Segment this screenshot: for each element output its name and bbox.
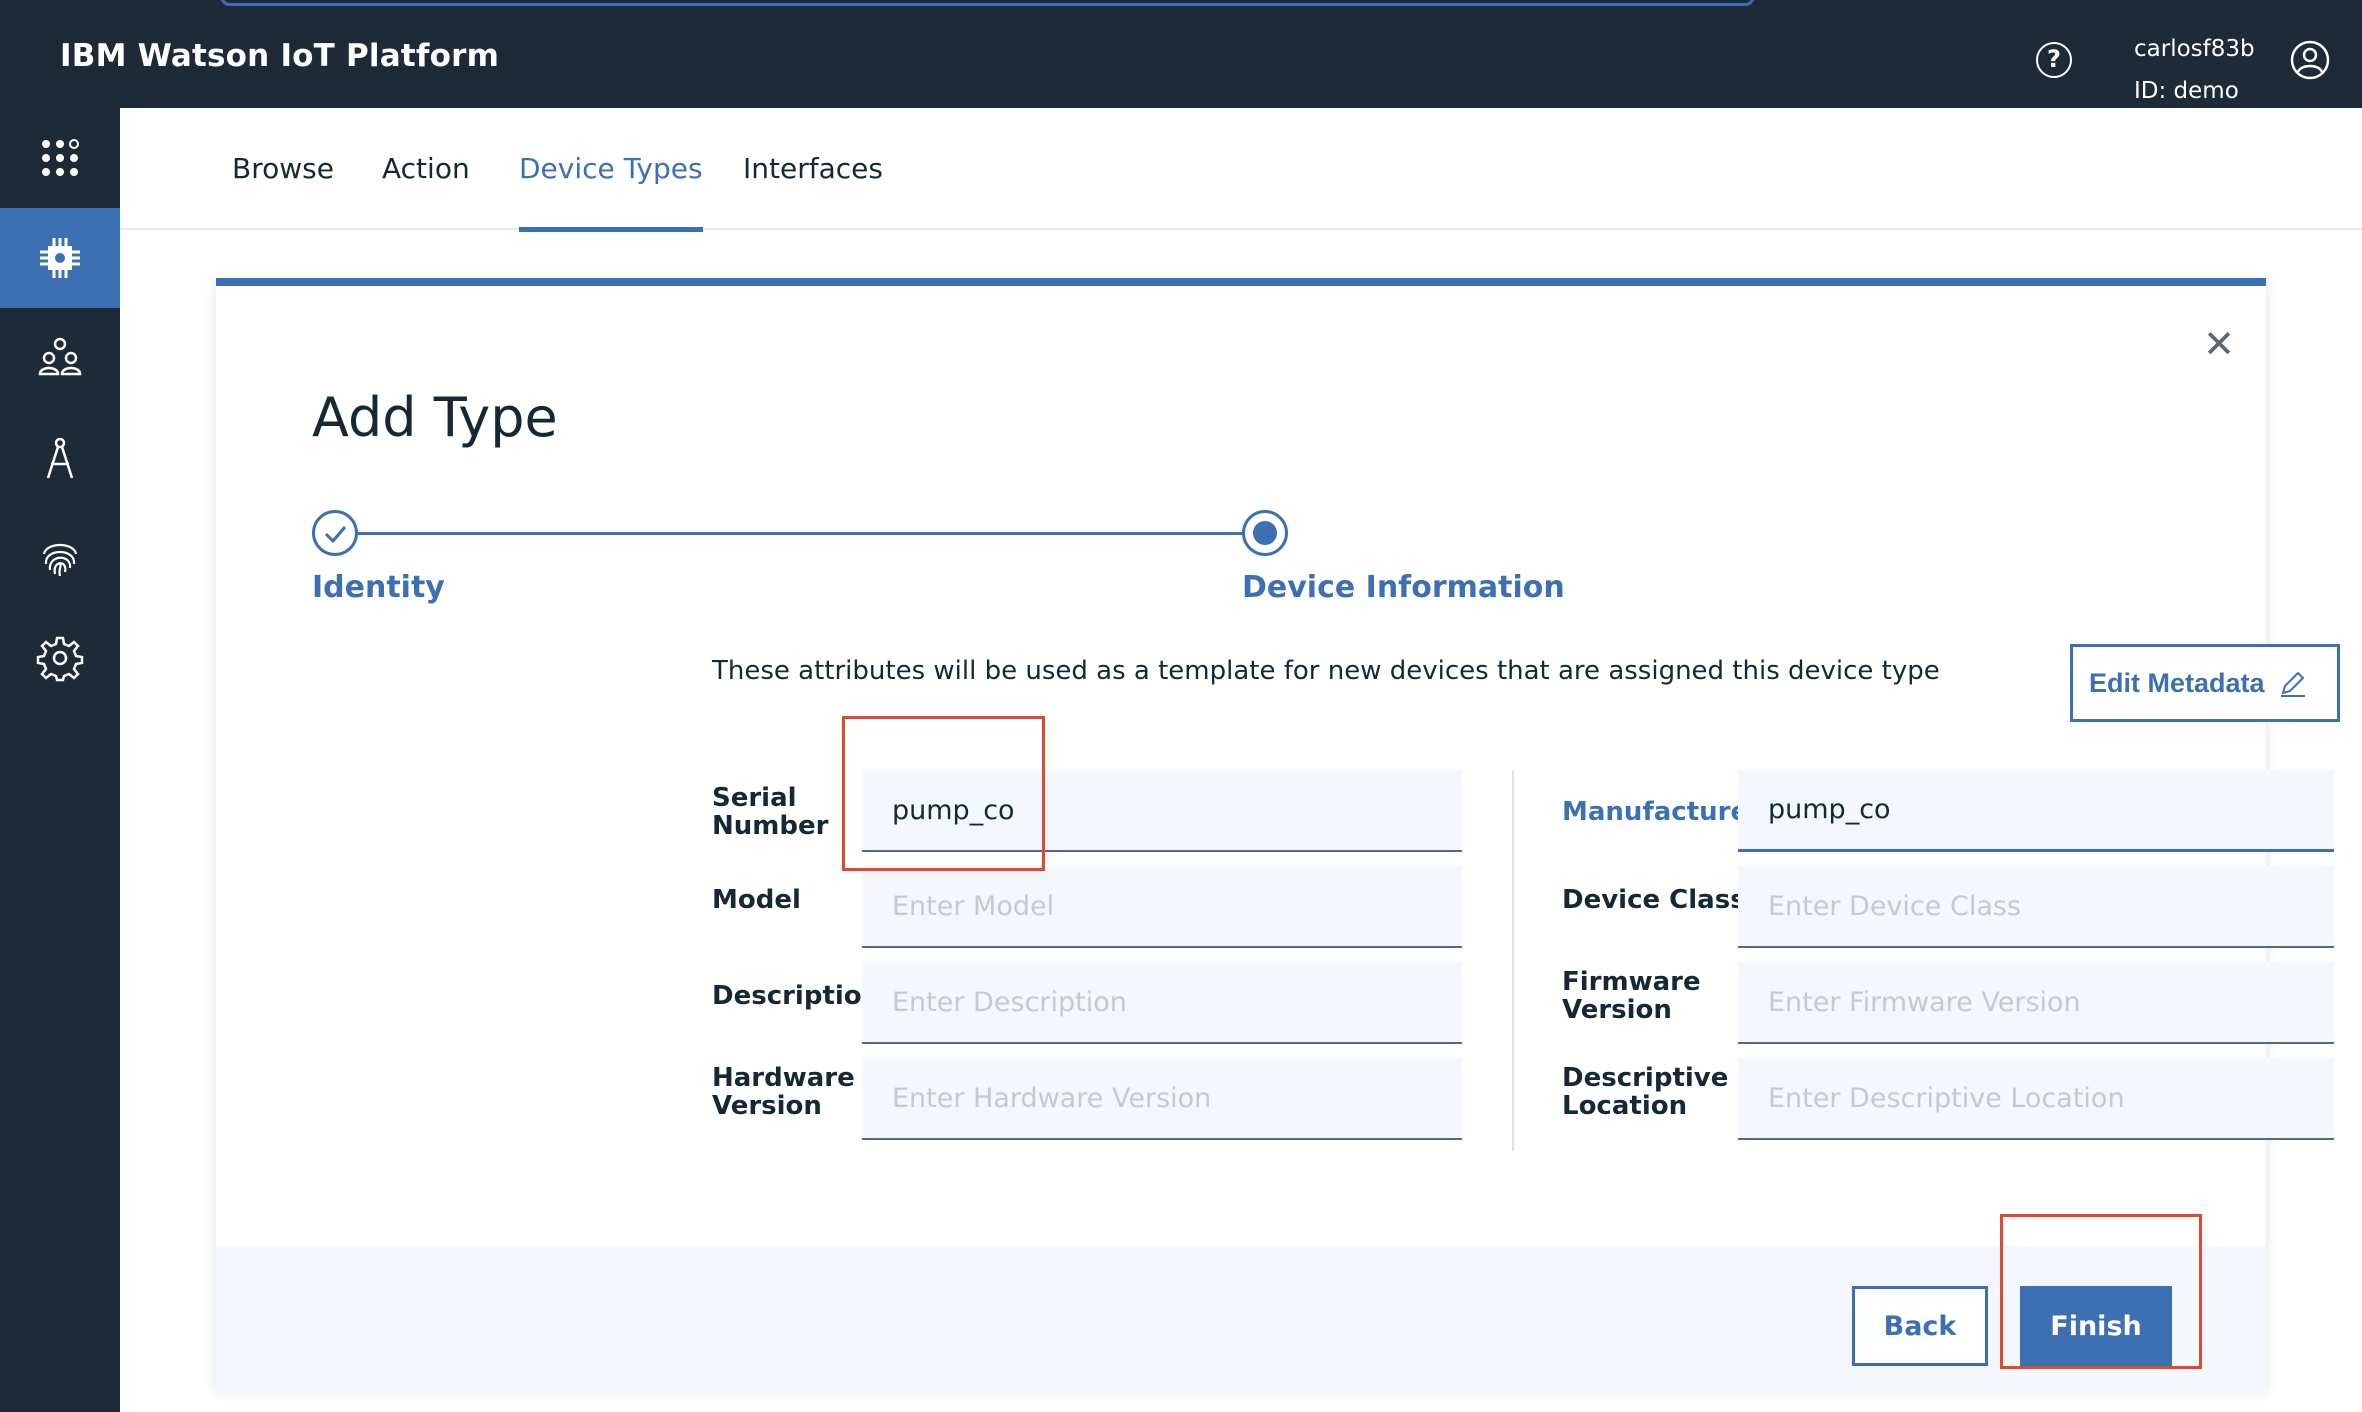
device-class-label: Device Class: [1562, 885, 1746, 915]
tab-bar: Browse Action Device Types Interfaces: [120, 108, 2362, 232]
app-title: IBM Watson IoT Platform: [60, 38, 500, 74]
progress-line: [358, 532, 1242, 535]
tab-action[interactable]: Action: [382, 152, 470, 227]
description-label: Description: [712, 981, 881, 1011]
user-info[interactable]: carlosf83b ID: demo: [2134, 28, 2255, 112]
column-divider: [1512, 771, 1514, 1151]
modal-title: Add Type: [312, 386, 558, 449]
tab-device-types[interactable]: Device Types: [519, 152, 703, 232]
compass-icon: [46, 437, 74, 479]
hardware-version-input[interactable]: [862, 1058, 1462, 1140]
back-button[interactable]: Back: [1852, 1286, 1988, 1366]
edit-metadata-button[interactable]: Edit Metadata: [2070, 644, 2340, 722]
edit-metadata-label: Edit Metadata: [2089, 667, 2265, 698]
rail-item-members[interactable]: [0, 308, 120, 408]
device-class-input[interactable]: [1738, 866, 2334, 948]
descriptive-location-input[interactable]: [1738, 1058, 2334, 1140]
fingerprint-icon: [42, 543, 78, 577]
rail-item-security[interactable]: [0, 508, 120, 608]
manufacturer-label: Manufacturer: [1562, 797, 1761, 827]
scroll-indicator: [220, 0, 1755, 6]
app-grid-icon: [42, 139, 79, 176]
descriptive-location-label: Descriptive Location: [1562, 1063, 1729, 1121]
tab-browse[interactable]: Browse: [232, 152, 334, 227]
manufacturer-input[interactable]: [1738, 770, 2334, 852]
question-circle-icon[interactable]: ?: [2036, 42, 2072, 78]
step-device-info-indicator: [1242, 510, 1288, 556]
top-header: IBM Watson IoT Platform ? carlosf83b ID:…: [0, 0, 2362, 108]
left-nav-rail: [0, 108, 120, 1412]
chip-icon: [40, 238, 80, 278]
model-input[interactable]: [862, 866, 1462, 948]
username: carlosf83b: [2134, 36, 2255, 62]
rail-item-devices[interactable]: [0, 208, 120, 308]
gear-icon: [36, 636, 84, 682]
step-identity-indicator[interactable]: [312, 510, 358, 556]
org-id: ID: demo: [2134, 78, 2239, 104]
user-circle-icon[interactable]: [2290, 40, 2330, 80]
serial-number-label: Serial Number: [712, 783, 829, 841]
rail-item-apps-rules[interactable]: [0, 408, 120, 508]
step-device-info-label: Device Information: [1242, 570, 1565, 605]
firmware-version-label: Firmware Version: [1562, 967, 1701, 1025]
add-type-modal: ✕ Add Type Identity Device Information T…: [216, 278, 2340, 1396]
rail-item-apps[interactable]: [0, 108, 120, 208]
model-label: Model: [712, 885, 801, 915]
firmware-version-input[interactable]: [1738, 962, 2334, 1044]
checkmark-icon: [324, 526, 347, 544]
step-identity-label[interactable]: Identity: [312, 570, 445, 605]
description-input[interactable]: [862, 962, 1462, 1044]
annotation-highlight-finish: [2000, 1214, 2202, 1369]
annotation-highlight-serial: [842, 716, 1045, 871]
tab-interfaces[interactable]: Interfaces: [743, 152, 883, 227]
helper-text: These attributes will be used as a templ…: [712, 656, 1940, 686]
members-icon: [38, 337, 82, 376]
hardware-version-label: Hardware Version: [712, 1063, 855, 1121]
rail-item-settings[interactable]: [0, 608, 120, 708]
pencil-icon: [2280, 671, 2305, 697]
close-icon[interactable]: ✕: [2199, 324, 2239, 364]
